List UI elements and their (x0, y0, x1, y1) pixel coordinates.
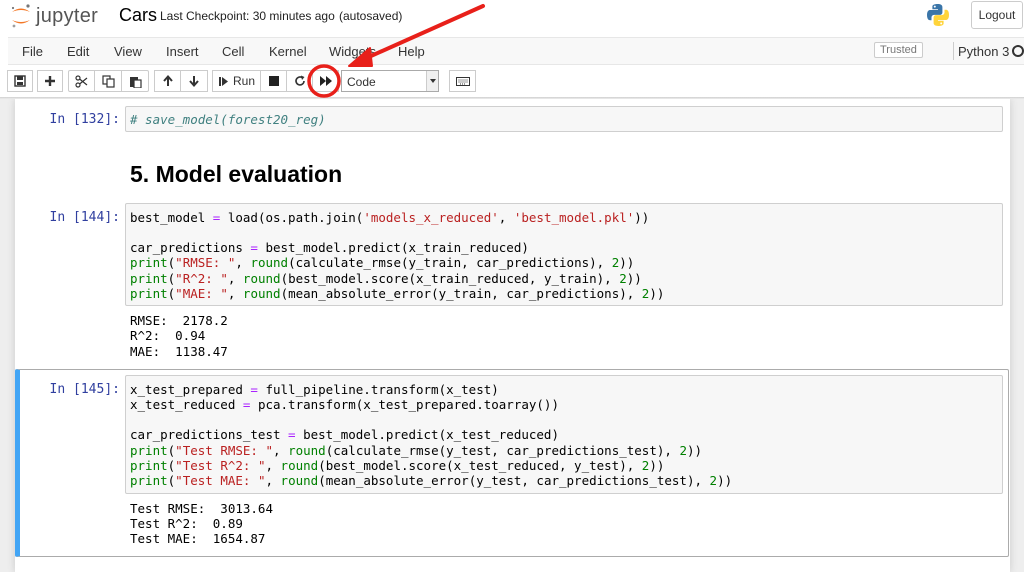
copy-button[interactable] (94, 70, 122, 92)
menu-insert[interactable]: Insert (166, 44, 199, 59)
restart-icon (294, 75, 305, 86)
menu-edit[interactable]: Edit (67, 44, 89, 59)
step-forward-icon (218, 76, 228, 86)
keyboard-icon (455, 76, 470, 86)
cell-output-line: MAE: 1138.47 (130, 344, 228, 359)
menu-file[interactable]: File (22, 44, 43, 59)
move-up-button[interactable] (154, 70, 181, 92)
menu-view[interactable]: View (114, 44, 142, 59)
code-line: # save_model(forest20_reg) (130, 112, 326, 127)
arrow-up-icon (162, 75, 173, 86)
interrupt-kernel-button[interactable] (260, 70, 287, 92)
code-line: x_test_reduced = pca.transform(x_test_pr… (130, 397, 559, 412)
code-line: x_test_prepared = full_pipeline.transfor… (130, 382, 499, 397)
kernel-idle-indicator (1012, 45, 1024, 57)
paste-icon (129, 76, 142, 88)
notebook-container: In [132]: # save_model(forest20_reg) 5. … (0, 99, 1024, 572)
insert-cell-button[interactable] (37, 70, 63, 92)
paste-button[interactable] (121, 70, 149, 92)
save-button[interactable] (7, 70, 33, 92)
menu-cell[interactable]: Cell (222, 44, 244, 59)
markdown-heading[interactable]: 5. Model evaluation (130, 161, 342, 188)
cell-prompt: In [132]: (49, 112, 120, 127)
code-line: car_predictions = best_model.predict(x_t… (130, 240, 529, 255)
cell-type-value: Code (347, 75, 376, 89)
checkpoint-status: Last Checkpoint: 30 minutes ago (160, 9, 335, 23)
jupyter-logo[interactable]: jupyter (10, 2, 98, 30)
code-line: print("RMSE: ", round(calculate_rmse(y_t… (130, 255, 635, 270)
code-line: best_model = load(os.path.join('models_x… (130, 210, 650, 225)
scissors-icon (75, 74, 88, 88)
cell-output-line: RMSE: 2178.2 (130, 313, 228, 328)
toolbar: Run Code (0, 66, 1024, 97)
menu-widgets[interactable]: Widgets (329, 44, 376, 59)
code-line: print("Test RMSE: ", round(calculate_rms… (130, 443, 703, 458)
jupyter-logo-icon (10, 3, 32, 29)
cell-output-line: Test R^2: 0.89 (130, 516, 243, 531)
kernel-name: Python 3 (958, 44, 1010, 59)
run-button-label: Run (232, 74, 255, 88)
code-line: print("Test MAE: ", round(mean_absolute_… (130, 473, 733, 488)
plus-icon (45, 76, 55, 86)
move-down-button[interactable] (180, 70, 208, 92)
command-palette-button[interactable] (449, 70, 476, 92)
code-cell-input[interactable]: best_model = load(os.path.join('models_x… (125, 203, 1003, 306)
run-button[interactable]: Run (212, 70, 261, 92)
cell-prompt: In [145]: (49, 382, 120, 397)
code-cell-input[interactable]: x_test_prepared = full_pipeline.transfor… (125, 375, 1003, 494)
restart-kernel-button[interactable] (286, 70, 313, 92)
logout-button[interactable]: Logout (971, 1, 1023, 29)
menu-kernel[interactable]: Kernel (269, 44, 307, 59)
fast-forward-button[interactable] (312, 70, 339, 92)
code-line: car_predictions_test = best_model.predic… (130, 427, 559, 442)
autosave-status: (autosaved) (339, 9, 403, 23)
stop-icon (268, 76, 279, 86)
cell-output-line: Test MAE: 1654.87 (130, 531, 266, 546)
code-line: print("MAE: ", round(mean_absolute_error… (130, 286, 665, 301)
notebook-page: In [132]: # save_model(forest20_reg) 5. … (15, 99, 1010, 572)
save-icon (14, 75, 26, 87)
top-bar: jupyter Cars Last Checkpoint: 30 minutes… (0, 0, 1024, 36)
cut-button[interactable] (68, 70, 95, 92)
code-line: print("Test R^2: ", round(best_model.sco… (130, 458, 665, 473)
cell-output-line: Test RMSE: 3013.64 (130, 501, 273, 516)
cell-type-select[interactable]: Code (341, 70, 439, 92)
cell-prompt: In [144]: (49, 210, 120, 225)
code-line: print("R^2: ", round(best_model.score(x_… (130, 271, 642, 286)
notebook-name[interactable]: Cars (119, 5, 157, 26)
cell-output-line: R^2: 0.94 (130, 328, 206, 343)
notebook-header: jupyter Cars Last Checkpoint: 30 minutes… (0, 0, 1024, 98)
trusted-badge[interactable]: Trusted (874, 42, 923, 58)
jupyter-logo-text: jupyter (36, 4, 99, 27)
arrow-down-icon (189, 76, 199, 87)
kernel-divider (953, 42, 954, 60)
python-logo-icon (925, 2, 951, 28)
menu-help[interactable]: Help (398, 44, 425, 59)
fast-forward-icon (319, 76, 332, 86)
chevron-down-icon (426, 71, 438, 91)
copy-icon (101, 74, 115, 88)
menu-bar: File Edit View Insert Cell Kernel Widget… (8, 37, 1024, 65)
code-cell-input[interactable]: # save_model(forest20_reg) (125, 106, 1003, 132)
